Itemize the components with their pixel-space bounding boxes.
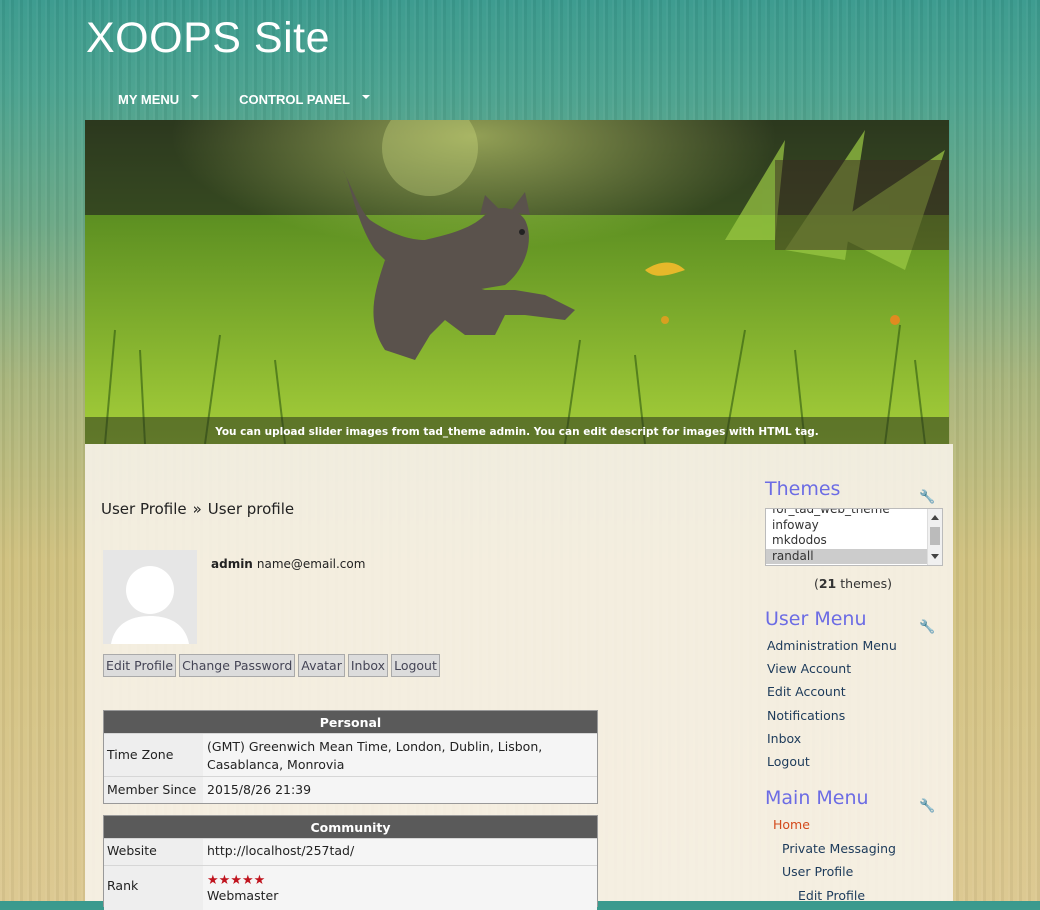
breadcrumb: User Profile » User profile: [101, 500, 294, 518]
profile-action-buttons: Edit Profile Change Password Avatar Inbo…: [103, 654, 440, 677]
content-panel: User Profile » User profile admin name@emai…: [85, 444, 953, 910]
menu-user-profile[interactable]: User Profile: [782, 864, 853, 879]
menu-private-messaging[interactable]: Private Messaging: [782, 841, 896, 856]
site-title[interactable]: XOOPS Site: [86, 14, 330, 63]
star-icon: ★: [207, 873, 219, 888]
nav-my-menu-label: MY MENU: [118, 92, 180, 107]
menu-administration[interactable]: Administration Menu: [767, 638, 897, 653]
default-avatar-icon: [103, 550, 197, 644]
rank-value: ★★★★★ Webmaster: [203, 866, 597, 910]
breadcrumb-separator: »: [192, 500, 202, 518]
time-zone-label: Time Zone: [104, 734, 203, 776]
scroll-up-arrow-icon[interactable]: [931, 515, 939, 520]
theme-select[interactable]: for_tad_web_theme infoway mkdodos randal…: [765, 508, 943, 566]
nav-my-menu[interactable]: MY MENU: [118, 92, 200, 107]
table-row: Member Since 2015/8/26 21:39: [104, 776, 597, 803]
caret-down-icon: [361, 94, 370, 99]
star-icon: ★: [253, 873, 266, 888]
themes-block-title: Themes: [765, 478, 841, 500]
theme-option[interactable]: for_tad_web_theme: [766, 509, 942, 518]
edit-profile-button[interactable]: Edit Profile: [103, 654, 177, 677]
breadcrumb-current: User profile: [207, 500, 295, 518]
user-menu-title: User Menu: [765, 608, 867, 630]
nav-control-panel[interactable]: CONTROL PANEL: [239, 92, 370, 107]
table-row: Time Zone (GMT) Greenwich Mean Time, Lon…: [104, 733, 597, 776]
personal-table: Personal Time Zone (GMT) Greenwich Mean …: [103, 710, 598, 804]
logout-button[interactable]: Logout: [391, 654, 440, 677]
theme-list-scrollbar[interactable]: [927, 509, 942, 565]
scrollbar-thumb[interactable]: [930, 527, 940, 545]
inbox-button[interactable]: Inbox: [347, 654, 389, 677]
time-zone-value: (GMT) Greenwich Mean Time, London, Dubli…: [203, 734, 597, 776]
website-label: Website: [104, 839, 203, 865]
kitten-in-grass-image: [85, 120, 949, 444]
time-zone-line-1: (GMT) Greenwich Mean Time, London, Dubli…: [207, 739, 543, 754]
rank-stars-icon: ★★★★★: [207, 874, 593, 888]
website-value[interactable]: http://localhost/257tad/: [203, 839, 597, 865]
breadcrumb-root[interactable]: User Profile: [101, 500, 187, 518]
user-email: name@email.com: [256, 557, 366, 571]
table-row: Rank ★★★★★ Webmaster: [104, 865, 597, 910]
member-since-label: Member Since: [104, 777, 203, 803]
wrench-icon[interactable]: 🔧: [919, 620, 935, 635]
menu-notifications[interactable]: Notifications: [767, 708, 845, 723]
main-menu-title: Main Menu: [765, 787, 869, 809]
star-icon: ★: [218, 873, 231, 888]
theme-count-number: 21: [818, 576, 837, 591]
scroll-down-arrow-icon[interactable]: [931, 554, 939, 559]
image-slider[interactable]: You can upload slider images from tad_th…: [85, 120, 949, 444]
avatar-button[interactable]: Avatar: [298, 654, 345, 677]
theme-option[interactable]: infoway: [766, 518, 942, 534]
star-icon: ★: [230, 873, 242, 888]
personal-heading: Personal: [104, 711, 597, 733]
theme-option[interactable]: mkdodos: [766, 533, 942, 549]
avatar: [103, 550, 197, 644]
member-since-value: 2015/8/26 21:39: [203, 777, 597, 803]
caret-down-icon: [191, 94, 200, 99]
theme-count: (21 themes): [765, 576, 941, 591]
slider-caption: You can upload slider images from tad_th…: [85, 417, 949, 444]
change-password-button[interactable]: Change Password: [179, 654, 296, 677]
menu-view-account[interactable]: View Account: [767, 661, 851, 676]
menu-edit-account[interactable]: Edit Account: [767, 684, 846, 699]
star-icon: ★: [241, 873, 254, 888]
nav-control-panel-label: CONTROL PANEL: [239, 92, 350, 107]
rank-label: Rank: [104, 866, 203, 910]
username: admin: [211, 557, 253, 571]
menu-inbox[interactable]: Inbox: [767, 731, 801, 746]
table-row: Website http://localhost/257tad/: [104, 838, 597, 865]
menu-home[interactable]: Home: [773, 817, 810, 832]
wrench-icon[interactable]: 🔧: [919, 799, 935, 814]
main-navbar: MY MENU CONTROL PANEL: [118, 92, 410, 107]
wrench-icon[interactable]: 🔧: [919, 490, 935, 505]
theme-option-selected[interactable]: randall: [766, 548, 942, 564]
time-zone-line-2: Casablanca, Monrovia: [207, 757, 345, 772]
community-table: Community Website http://localhost/257ta…: [103, 815, 598, 910]
community-heading: Community: [104, 816, 597, 838]
theme-count-suffix: themes): [836, 576, 893, 591]
user-identity: admin name@email.com: [211, 557, 365, 571]
menu-logout[interactable]: Logout: [767, 754, 810, 769]
